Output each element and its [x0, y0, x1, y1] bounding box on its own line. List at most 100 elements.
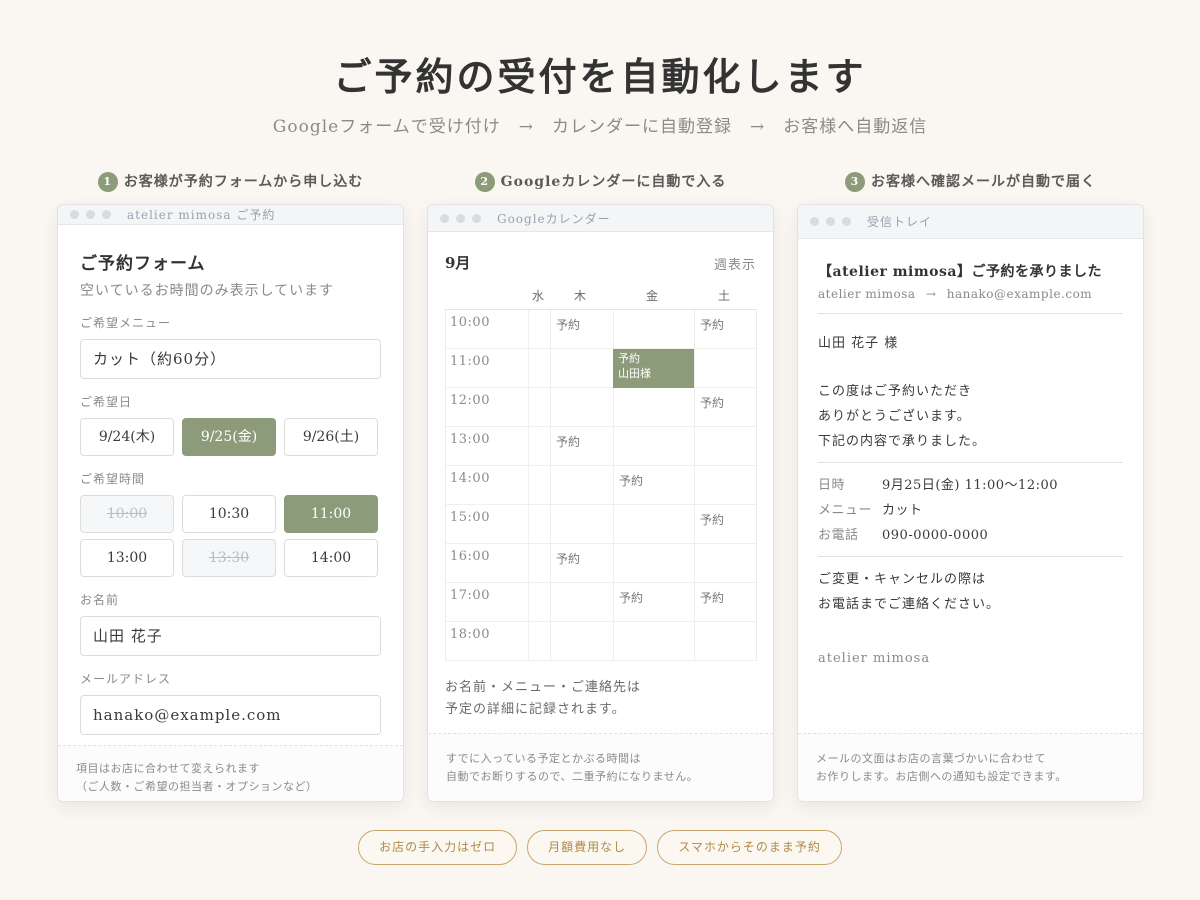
detail-value: カット	[882, 503, 923, 518]
message-line: この度はご予約いただき	[818, 384, 973, 399]
calendar-note: お名前・メニュー・ご連絡先は 予定の詳細に記録されます。	[445, 677, 756, 721]
calendar-event[interactable]: 予約	[619, 472, 643, 489]
time-label: 10:00	[450, 315, 490, 330]
time-label: 14:00	[450, 471, 490, 486]
flow-step-3: お客様へ自動返信	[783, 117, 928, 137]
name-field[interactable]: 山田 花子	[80, 616, 381, 656]
date-option-selected[interactable]: 9/25(金)	[182, 418, 276, 456]
detail-value: 9月25日(金) 11:00〜12:00	[882, 478, 1059, 493]
mail-panel: 受信トレイ 【atelier mimosa】ご予約を承りました atelier …	[797, 204, 1144, 802]
footer-line: すでに入っている予定とかぶる時間は	[446, 752, 642, 765]
grid-column-line	[528, 310, 529, 660]
step-1-heading: 1 お客様が予約フォームから申し込む	[57, 171, 404, 192]
arrow-icon: →	[518, 117, 534, 137]
event-title: 予約	[618, 352, 640, 365]
grid-column-line	[550, 310, 551, 660]
note-line: お名前・メニュー・ご連絡先は	[445, 680, 642, 695]
step-number-badge: 2	[474, 172, 495, 192]
calendar-event-new-booking[interactable]: 予約 山田様	[613, 349, 694, 388]
date-label: ご希望日	[80, 395, 133, 409]
mail-to: hanako@example.com	[946, 287, 1093, 301]
form-title: ご予約フォーム	[80, 254, 206, 274]
mail-from: atelier mimosa	[818, 287, 916, 301]
feature-badge: 月額費用なし	[527, 830, 648, 865]
detail-row: 日時 9月25日(金) 11:00〜12:00	[818, 473, 1123, 498]
time-row	[446, 466, 756, 505]
time-label: 17:00	[450, 588, 490, 603]
time-label: 11:00	[450, 354, 490, 369]
time-row	[446, 544, 756, 583]
calendar-event[interactable]: 予約	[556, 433, 580, 450]
calendar-event[interactable]: 予約	[556, 316, 580, 333]
day-header: 水	[531, 289, 545, 303]
window-dots	[810, 217, 851, 226]
message-line: 下記の内容で承りました。	[818, 434, 987, 449]
calendar-event[interactable]: 予約	[700, 589, 724, 606]
window-dots	[70, 210, 111, 219]
window-title-bar: Googleカレンダー	[428, 205, 773, 232]
form-description: 空いているお時間のみ表示しています	[80, 283, 335, 299]
form-panel-footer: 項目はお店に合わせて変えられます （ご人数・ご希望の担当者・オプションなど）	[58, 745, 403, 801]
page-title: ご予約の受付を自動化します	[333, 54, 867, 99]
menu-label: ご希望メニュー	[80, 316, 172, 330]
arrow-icon: →	[925, 287, 937, 301]
window-title: atelier mimosa ご予約	[127, 208, 276, 222]
contact-line: ご変更・キャンセルの際は	[818, 572, 987, 587]
calendar-event[interactable]: 予約	[700, 316, 724, 333]
mail-subject: 【atelier mimosa】ご予約を承りました	[818, 264, 1102, 280]
message-line: ありがとうございます。	[818, 409, 971, 424]
week-view-toggle[interactable]: 週表示	[714, 254, 756, 273]
flow-step-1: Googleフォームで受け付け	[272, 117, 501, 137]
step-number-badge: 1	[97, 172, 118, 192]
calendar-event[interactable]: 予約	[556, 550, 580, 567]
calendar-month: 9月	[445, 254, 471, 272]
window-title: Googleカレンダー	[497, 211, 611, 226]
calendar-panel: Googleカレンダー 9月 週表示 水木金土 10:00 11:00 12:00 1…	[427, 204, 774, 802]
detail-row: お電話 090-0000-0000	[818, 523, 1123, 548]
window-title: 受信トレイ	[867, 215, 933, 229]
calendar-panel-footer: すでに入っている予定とかぶる時間は 自動でお断りするので、二重予約になりません。	[428, 733, 773, 801]
window-title-bar: atelier mimosa ご予約	[58, 205, 403, 225]
mail-message: この度はご予約いただき ありがとうございます。 下記の内容で承りました。	[818, 379, 1123, 463]
email-field[interactable]: hanako@example.com	[80, 695, 381, 735]
date-option[interactable]: 9/24(木)	[80, 418, 174, 456]
day-header: 金	[645, 289, 659, 303]
detail-key: 日時	[818, 478, 846, 493]
time-option[interactable]: 13:00	[80, 539, 174, 577]
detail-value: 090-0000-0000	[882, 528, 989, 543]
step-label: お客様が予約フォームから申し込む	[123, 174, 364, 190]
time-row	[446, 427, 756, 466]
calendar-event[interactable]: 予約	[619, 589, 643, 606]
time-label: 12:00	[450, 393, 490, 408]
flow-subtitle: Googleフォームで受け付け → カレンダーに自動登録 → お客様へ自動返信	[0, 112, 1200, 137]
time-option[interactable]: 14:00	[284, 539, 378, 577]
feature-badges: お店の手入力はゼロ 月額費用なし スマホからそのまま予約	[0, 830, 1200, 865]
day-header: 土	[717, 289, 731, 303]
date-option[interactable]: 9/26(土)	[284, 418, 378, 456]
feature-badge: スマホからそのまま予約	[657, 830, 842, 865]
calendar-event[interactable]: 予約	[700, 511, 724, 528]
calendar-event[interactable]: 予約	[700, 394, 724, 411]
grid-column-line	[694, 310, 695, 660]
flow-step-2: カレンダーに自動登録	[551, 117, 732, 137]
calendar-day-headers: 水木金土	[445, 285, 756, 309]
step-number-badge: 3	[845, 172, 865, 192]
detail-row: メニュー カット	[818, 498, 1123, 523]
step-2-heading: 2 Googleカレンダーに自動で入る	[427, 171, 774, 192]
mail-sender-line: atelier mimosa → hanako@example.com	[818, 287, 1123, 314]
menu-select[interactable]: カット（約60分）	[80, 339, 381, 379]
detail-key: お電話	[818, 528, 859, 543]
time-label: 16:00	[450, 549, 490, 564]
time-option-selected[interactable]: 11:00	[284, 495, 378, 533]
email-label: メールアドレス	[80, 672, 172, 686]
time-option-unavailable: 13:30	[182, 539, 276, 577]
name-label: お名前	[80, 593, 120, 607]
step-label: Googleカレンダーに自動で入る	[500, 174, 727, 190]
note-line: 予定の詳細に記録されます。	[445, 702, 626, 717]
date-options: 9/24(木) 9/25(金) 9/26(土)	[80, 418, 381, 456]
footer-line: （ご人数・ご希望の担当者・オプションなど）	[76, 780, 318, 793]
step-label: お客様へ確認メールが自動で届く	[871, 174, 1096, 190]
time-option[interactable]: 10:30	[182, 495, 276, 533]
footer-line: 自動でお断りするので、二重予約になりません。	[446, 770, 699, 783]
mail-contact-note: ご変更・キャンセルの際は お電話までご連絡ください。	[818, 567, 1123, 617]
